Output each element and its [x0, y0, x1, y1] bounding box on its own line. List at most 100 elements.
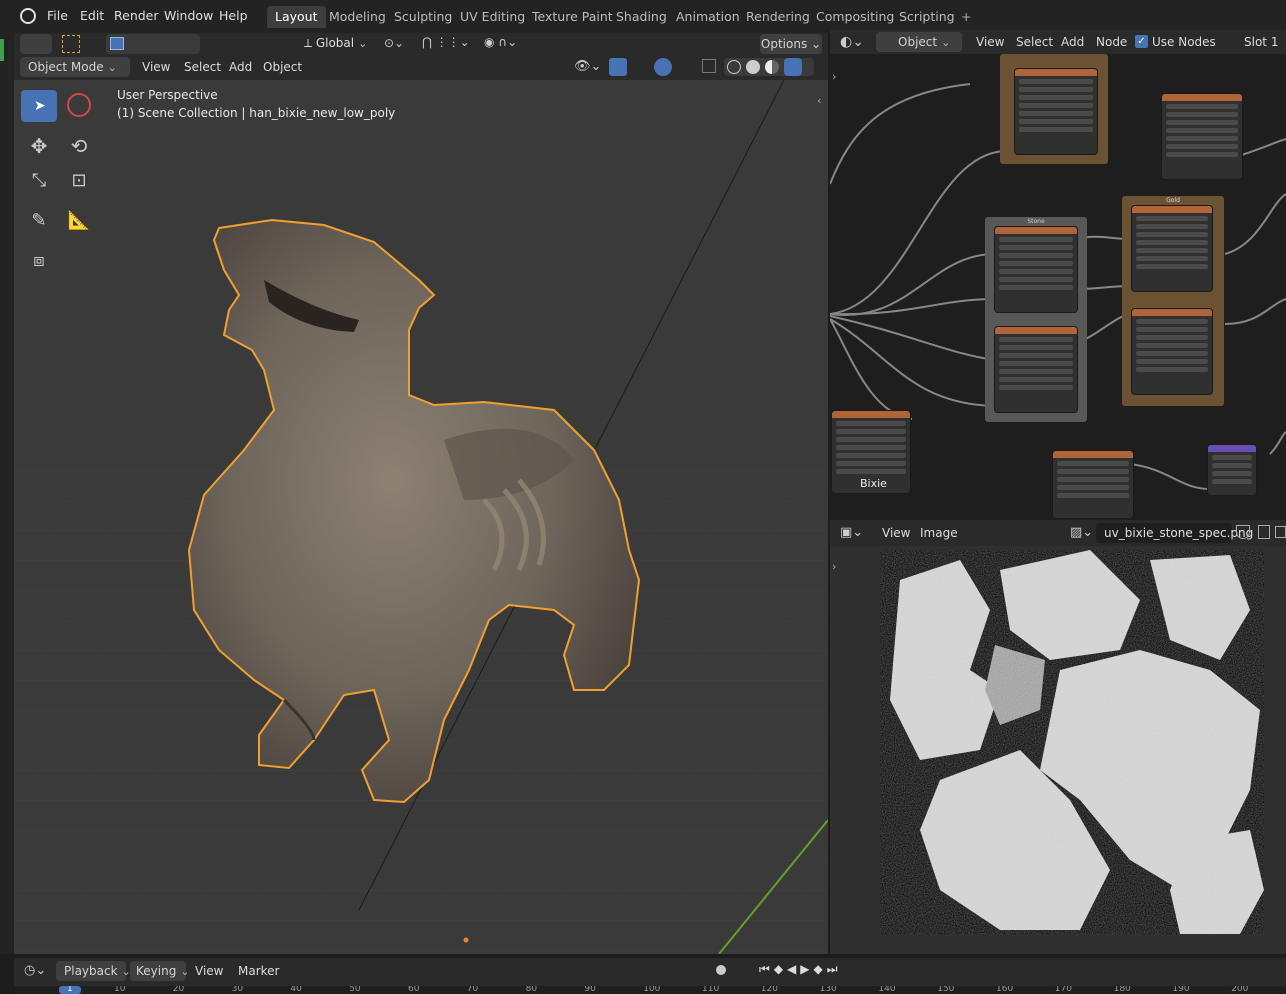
tab-scripting[interactable]: Scripting	[891, 6, 963, 28]
rotate-tool-icon[interactable]: ⟲	[61, 130, 97, 162]
material-shading-icon[interactable]	[765, 60, 779, 74]
xray-toggle-icon[interactable]	[702, 59, 716, 73]
measure-tool-icon[interactable]: 📐	[61, 205, 97, 237]
options-label: Options	[760, 37, 808, 51]
image-menu-image[interactable]: Image	[920, 526, 958, 540]
image-texture-node[interactable]	[1132, 206, 1212, 291]
new-image-icon[interactable]	[1258, 525, 1270, 539]
use-nodes-label: Use Nodes	[1152, 35, 1216, 49]
timeline-ruler[interactable]: 1 10 20 30 40 50 60 70 80 90 100 110 120 130 140 150 160…	[14, 986, 1286, 994]
timeline-menu-marker[interactable]: Marker	[238, 964, 279, 978]
image-texture-node[interactable]	[995, 227, 1077, 312]
auto-keying-record-icon[interactable]	[716, 965, 726, 975]
left-edge-strip	[0, 33, 14, 954]
tab-layout[interactable]: Layout	[267, 6, 326, 28]
play-reverse-icon[interactable]: ◀	[787, 962, 800, 976]
image-texture-node[interactable]	[1053, 451, 1133, 518]
tab-uv-editing[interactable]: UV Editing	[452, 6, 533, 28]
set-selection-icon[interactable]	[110, 37, 124, 50]
3d-viewport[interactable]: User Perspective (1) Scene Collection | …	[14, 80, 828, 954]
playback-dropdown[interactable]: Playback	[56, 961, 126, 981]
image-texture-node[interactable]	[1015, 69, 1097, 154]
image-menu-view[interactable]: View	[882, 526, 910, 540]
annotate-tool-icon[interactable]: ✎	[21, 205, 57, 237]
image-editor[interactable]: ›	[830, 546, 1286, 954]
fake-user-shield-icon[interactable]	[1236, 525, 1250, 539]
tool-select-icon[interactable]	[20, 34, 52, 54]
use-nodes-checkbox[interactable]: ✓	[1135, 35, 1148, 48]
tab-rendering[interactable]: Rendering	[738, 6, 818, 28]
image-sidebar-toggle-icon[interactable]: ›	[832, 560, 836, 573]
viewport-header: Object Mode View Select Add Object 👁⌄	[14, 55, 828, 80]
menu-edit[interactable]: Edit	[80, 8, 104, 23]
rendered-shading-icon[interactable]	[784, 58, 802, 76]
scale-tool-icon[interactable]: ⤡	[21, 165, 57, 197]
add-cube-tool-icon[interactable]: ⧈	[21, 245, 57, 277]
selection-mode-icons[interactable]	[106, 34, 200, 54]
select-tool-button[interactable]: ➤	[21, 90, 57, 122]
timeline-header: ◷⌄ Playback Keying View Marker ⏮◆◀▶◆⏭	[14, 958, 1286, 986]
visibility-icon[interactable]: 👁⌄	[574, 59, 601, 74]
open-image-icon[interactable]	[1275, 526, 1286, 538]
move-tool-icon[interactable]: ✥	[21, 130, 57, 162]
image-texture-node[interactable]	[1132, 309, 1212, 394]
transform-orientation-dropdown[interactable]: ⟂ Global	[304, 36, 367, 51]
transform-orientation-label: Global	[315, 36, 355, 50]
viewport-menu-object[interactable]: Object	[263, 60, 302, 74]
image-browse-icon[interactable]: ▨⌄	[1070, 525, 1093, 540]
pivot-point-icon[interactable]: ⊙⌄	[384, 36, 404, 50]
node-editor[interactable]: Stone Gold Bixie ›	[830, 54, 1286, 518]
cursor-tool-button[interactable]	[61, 90, 97, 122]
menu-help[interactable]: Help	[219, 8, 248, 23]
menu-render[interactable]: Render	[114, 8, 159, 23]
normal-map-node[interactable]	[1208, 445, 1256, 495]
proportional-editing-icon[interactable]: ◉ ∩⌄	[484, 35, 517, 49]
mode-dropdown[interactable]: Object Mode	[20, 57, 130, 77]
image-editor-type-icon[interactable]: ▣⌄	[840, 525, 863, 540]
tab-texture-paint[interactable]: Texture Paint	[524, 6, 621, 28]
overlay-toggle-icon[interactable]	[654, 58, 672, 76]
slot-dropdown[interactable]: Slot 1	[1244, 35, 1278, 49]
image-texture-node[interactable]	[1162, 94, 1242, 179]
wireframe-shading-icon[interactable]	[727, 60, 741, 74]
play-icon[interactable]: ▶	[800, 962, 813, 976]
viewport-menu-add[interactable]: Add	[229, 60, 252, 74]
select-box-icon[interactable]	[62, 35, 80, 53]
node-menu-node[interactable]: Node	[1096, 35, 1127, 49]
menu-file[interactable]: File	[47, 8, 68, 23]
prev-keyframe-icon[interactable]: ◆	[774, 962, 787, 976]
next-keyframe-icon[interactable]: ◆	[814, 962, 827, 976]
transform-tool-icon[interactable]: ⊡	[61, 165, 97, 197]
add-workspace-button[interactable]: +	[953, 6, 979, 28]
editor-type-icon[interactable]: ◐⌄	[840, 34, 864, 50]
snap-icon[interactable]: ⋂ ⋮⋮⌄	[422, 35, 470, 49]
tab-compositing[interactable]: Compositing	[808, 6, 902, 28]
tab-shading[interactable]: Shading	[608, 6, 675, 28]
node-menu-add[interactable]: Add	[1061, 35, 1084, 49]
gizmo-toggle-icon[interactable]	[609, 58, 627, 76]
sidebar-toggle-icon[interactable]: ‹	[817, 94, 821, 107]
node-menu-view[interactable]: View	[976, 35, 1004, 49]
image-name-field[interactable]: uv_bixie_stone_spec.png	[1096, 523, 1253, 543]
shader-type-dropdown[interactable]: Object	[876, 32, 962, 52]
timeline-editor-type-icon[interactable]: ◷⌄	[24, 963, 46, 978]
jump-end-icon[interactable]: ⏭	[827, 962, 842, 976]
timeline-menu-view[interactable]: View	[195, 964, 223, 978]
menu-window[interactable]: Window	[164, 8, 213, 23]
frame-number: 150	[937, 986, 955, 994]
image-texture-node[interactable]: Bixie	[832, 411, 910, 493]
tab-animation[interactable]: Animation	[668, 6, 748, 28]
tab-sculpting[interactable]: Sculpting	[386, 6, 460, 28]
options-dropdown[interactable]: Options ⌄	[760, 34, 822, 54]
viewport-menu-view[interactable]: View	[142, 60, 170, 74]
viewport-menu-select[interactable]: Select	[184, 60, 221, 74]
frame-number: 10	[114, 986, 126, 994]
keying-dropdown[interactable]: Keying	[130, 961, 186, 981]
solid-shading-icon[interactable]	[746, 60, 760, 74]
node-sidebar-toggle-icon[interactable]: ›	[832, 70, 836, 83]
node-menu-select[interactable]: Select	[1016, 35, 1053, 49]
blender-logo-icon[interactable]	[20, 8, 36, 24]
image-texture-node[interactable]	[995, 327, 1077, 412]
tab-modeling[interactable]: Modeling	[321, 6, 394, 28]
jump-start-icon[interactable]: ⏮	[759, 962, 774, 976]
